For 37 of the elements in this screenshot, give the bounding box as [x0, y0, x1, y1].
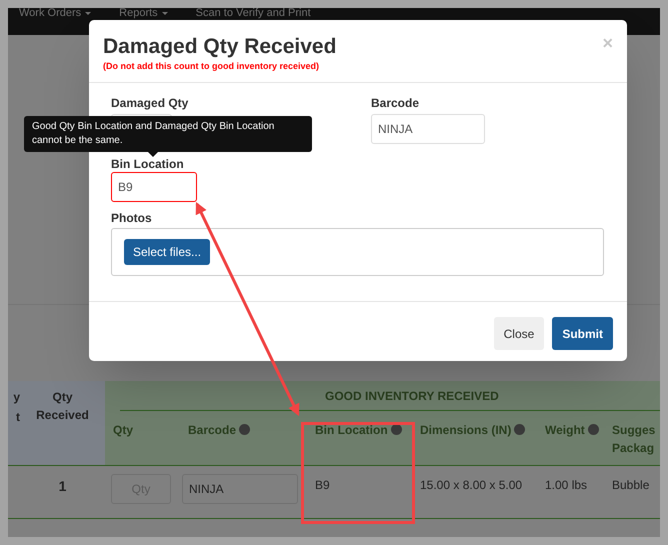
help-icon[interactable] [239, 424, 250, 435]
tooltip-pointer [148, 152, 158, 157]
modal-subtitle: (Do not add this count to good inventory received) [103, 60, 320, 72]
upload-dropzone[interactable]: Select files... [111, 228, 604, 276]
field-label: Barcode [371, 95, 420, 111]
table-cell-text: 1 [58, 477, 66, 496]
field-label: Photos [111, 210, 153, 226]
nav-link[interactable]: Scan to Verify and Print [196, 8, 311, 19]
column-header: Qty [113, 423, 134, 437]
table-cell: 1.00 lbs [545, 478, 588, 492]
bin-location-input[interactable]: B9 [111, 172, 197, 202]
column-header: Bin Location [315, 423, 388, 437]
help-icon[interactable] [514, 424, 526, 435]
nav-link[interactable]: Work Orders [19, 8, 92, 19]
barcode-input[interactable]: NINJA [182, 474, 298, 504]
column-header: Sugges Packag [612, 423, 656, 455]
column-header: Weight [545, 423, 585, 437]
nav-link[interactable]: Reports [119, 8, 168, 19]
header-fragment: y [13, 389, 20, 406]
column-header: Qty Received [35, 389, 90, 424]
field-label: Bin Location [111, 156, 185, 172]
table-cell: 15.00 x 8.00 x 5.00 [420, 478, 522, 492]
table-cell: B9 [315, 478, 330, 492]
tooltip: Good Qty Bin Location and Damaged Qty Bin Location cannot be the same. [24, 116, 312, 152]
field-label: Damaged Qty [111, 95, 190, 111]
help-icon[interactable] [390, 424, 402, 435]
group-header: GOOD INVENTORY RECEIVED [325, 388, 499, 404]
submit-button[interactable]: Submit [552, 317, 613, 350]
table-cell: Bubble [612, 478, 650, 492]
help-icon[interactable] [588, 424, 599, 435]
barcode-input[interactable]: NINJA [371, 114, 485, 144]
column-header: Barcode [188, 423, 236, 437]
select-files-button[interactable]: Select files... [124, 239, 210, 265]
column-header: Dimensions (IN) [420, 423, 512, 437]
close-button[interactable]: Close [494, 317, 544, 350]
header-fragment: t [16, 409, 20, 426]
modal-title: Damaged Qty Received [103, 34, 336, 60]
